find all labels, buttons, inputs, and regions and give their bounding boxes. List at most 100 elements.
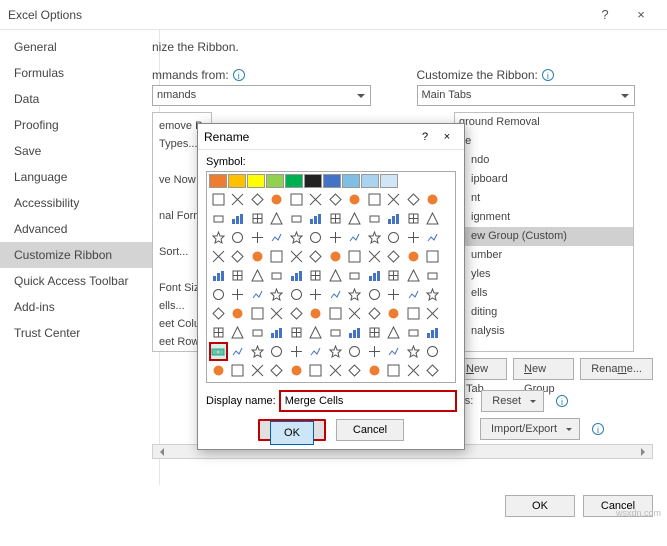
symbol-icon[interactable] — [385, 190, 404, 209]
symbol-icon[interactable] — [346, 323, 365, 342]
symbol-icon[interactable] — [248, 304, 267, 323]
sidebar-item-customize-ribbon[interactable]: Customize Ribbon — [0, 242, 159, 268]
symbol-icon[interactable] — [229, 285, 248, 304]
symbol-icon[interactable] — [248, 190, 267, 209]
sidebar-item-data[interactable]: Data — [0, 86, 159, 112]
symbol-icon[interactable] — [424, 266, 443, 285]
symbol-icon[interactable] — [385, 266, 404, 285]
symbol-icon[interactable] — [326, 209, 345, 228]
symbol-icon[interactable] — [326, 285, 345, 304]
symbol-icon[interactable] — [385, 285, 404, 304]
commands-from-combo[interactable]: nmands — [152, 85, 371, 106]
tree-item[interactable]: ells — [455, 284, 633, 303]
info-icon[interactable]: i — [233, 69, 245, 81]
symbol-icon[interactable] — [307, 266, 326, 285]
symbol-icon[interactable] — [209, 266, 228, 285]
symbol-icon[interactable] — [268, 190, 287, 209]
symbol-icon[interactable] — [326, 266, 345, 285]
symbol-icon[interactable] — [268, 361, 287, 380]
symbol-icon[interactable] — [307, 323, 326, 342]
symbol-icon[interactable] — [209, 228, 228, 247]
color-swatch[interactable] — [361, 174, 379, 188]
symbol-icon[interactable] — [268, 247, 287, 266]
symbol-icon[interactable] — [229, 190, 248, 209]
symbol-icon[interactable] — [287, 361, 306, 380]
color-swatch[interactable] — [266, 174, 284, 188]
symbol-icon[interactable] — [307, 228, 326, 247]
symbol-icon[interactable] — [424, 209, 443, 228]
symbol-icon[interactable] — [287, 342, 306, 361]
symbol-icon[interactable] — [229, 228, 248, 247]
symbol-icon[interactable] — [404, 209, 423, 228]
symbol-icon[interactable] — [209, 361, 228, 380]
symbol-icon[interactable] — [346, 228, 365, 247]
symbol-icon[interactable] — [385, 247, 404, 266]
symbol-icon[interactable] — [326, 342, 345, 361]
symbol-icon[interactable] — [248, 285, 267, 304]
dialog-cancel-button[interactable]: Cancel — [336, 419, 404, 441]
info-icon[interactable]: i — [592, 423, 604, 435]
symbol-icon[interactable] — [365, 285, 384, 304]
symbol-icon[interactable] — [248, 323, 267, 342]
symbol-icon[interactable] — [365, 209, 384, 228]
display-name-input[interactable] — [280, 391, 456, 411]
symbol-icon[interactable] — [365, 342, 384, 361]
symbol-icon[interactable] — [424, 190, 443, 209]
import-export-dropdown[interactable]: Import/Export — [480, 418, 580, 440]
tree-item[interactable]: ground Removal — [455, 113, 633, 132]
symbol-icon[interactable] — [346, 209, 365, 228]
sidebar-item-trust-center[interactable]: Trust Center — [0, 320, 159, 346]
color-swatch[interactable] — [342, 174, 360, 188]
symbol-icon[interactable] — [424, 323, 443, 342]
symbol-icon[interactable] — [404, 247, 423, 266]
symbol-icon[interactable] — [404, 361, 423, 380]
symbol-icon[interactable] — [346, 342, 365, 361]
symbol-icon[interactable] — [248, 266, 267, 285]
symbol-icon[interactable] — [209, 209, 228, 228]
symbol-icon[interactable] — [229, 209, 248, 228]
sidebar-item-quick-access-toolbar[interactable]: Quick Access Toolbar — [0, 268, 159, 294]
symbol-icon[interactable] — [385, 209, 404, 228]
symbol-icon[interactable] — [404, 304, 423, 323]
symbol-icon[interactable] — [287, 323, 306, 342]
symbol-icon[interactable] — [229, 247, 248, 266]
tree-item[interactable]: nalysis — [455, 322, 633, 341]
symbol-icon[interactable] — [229, 266, 248, 285]
symbol-icon[interactable] — [404, 323, 423, 342]
symbol-icon[interactable] — [268, 304, 287, 323]
symbol-icon[interactable] — [365, 304, 384, 323]
symbol-icon[interactable] — [424, 285, 443, 304]
symbol-icon[interactable] — [385, 361, 404, 380]
symbol-icon[interactable] — [404, 228, 423, 247]
sidebar-item-language[interactable]: Language — [0, 164, 159, 190]
symbol-icon[interactable] — [268, 266, 287, 285]
info-icon[interactable]: i — [556, 395, 568, 407]
symbol-icon[interactable] — [346, 285, 365, 304]
symbol-icon[interactable] — [248, 361, 267, 380]
symbol-icon[interactable] — [326, 190, 345, 209]
symbol-icon[interactable] — [248, 209, 267, 228]
symbol-icon[interactable] — [287, 266, 306, 285]
sidebar-item-advanced[interactable]: Advanced — [0, 216, 159, 242]
tree-item[interactable]: ew Group (Custom) — [455, 227, 633, 246]
symbol-icon[interactable] — [229, 361, 248, 380]
symbol-icon[interactable] — [209, 323, 228, 342]
sidebar-item-proofing[interactable]: Proofing — [0, 112, 159, 138]
symbol-icon[interactable] — [424, 361, 443, 380]
symbol-icon[interactable] — [209, 190, 228, 209]
symbol-icon[interactable] — [346, 304, 365, 323]
tree-item[interactable]: ndo — [455, 151, 633, 170]
symbol-icon[interactable] — [326, 304, 345, 323]
ribbon-tree[interactable]: ground Removalnendoipboardntignmentew Gr… — [454, 112, 634, 352]
symbol-icon[interactable] — [209, 285, 228, 304]
customize-ribbon-combo[interactable]: Main Tabs — [417, 85, 636, 106]
ok-button[interactable]: OK — [505, 495, 575, 517]
symbol-icon[interactable] — [268, 342, 287, 361]
color-swatch[interactable] — [209, 174, 227, 188]
symbol-icon[interactable] — [209, 304, 228, 323]
sidebar-item-add-ins[interactable]: Add-ins — [0, 294, 159, 320]
tree-item[interactable]: nt — [455, 189, 633, 208]
symbol-icon[interactable] — [346, 190, 365, 209]
symbol-icon[interactable] — [268, 285, 287, 304]
color-swatch[interactable] — [323, 174, 341, 188]
